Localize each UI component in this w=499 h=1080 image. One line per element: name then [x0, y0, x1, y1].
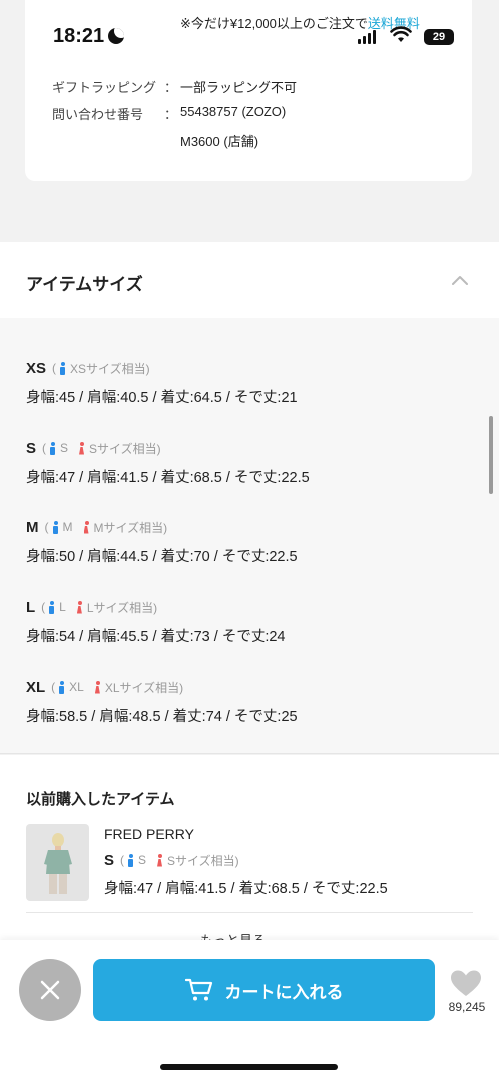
open-paren: ( — [41, 600, 46, 614]
female-size-text: Lサイズ相当) — [86, 600, 158, 615]
divider — [26, 912, 473, 913]
open-paren: ( — [42, 441, 47, 455]
male-icon — [58, 680, 65, 694]
size-measurements: 身幅:45 / 肩幅:40.5 / 着丈:64.5 / そで丈:21 — [26, 390, 298, 406]
size-measurements: 身幅:54 / 肩幅:45.5 / 着丈:73 / そで丈:24 — [26, 629, 286, 645]
size-name: XL — [26, 678, 46, 696]
size-item-l: L ( L Lサイズ相当) 身幅:54 / 肩幅:45.5 / 着丈:73 / … — [26, 597, 285, 646]
chevron-up-icon[interactable] — [452, 273, 468, 289]
female-icon — [94, 680, 101, 694]
size-item-xs: XS ( XSサイズ相当) 身幅:45 / 肩幅:40.5 / 着丈:64.5 … — [26, 358, 298, 407]
female-size-text: Sサイズ相当) — [167, 853, 239, 868]
close-button[interactable] — [19, 959, 81, 1021]
female-equivalent: Sサイズ相当) — [156, 852, 239, 869]
clock-text: 18:21 — [53, 25, 105, 47]
female-equivalent: Mサイズ相当) — [83, 519, 168, 536]
male-equivalent: XL — [58, 680, 84, 694]
female-equivalent: XLサイズ相当) — [94, 679, 183, 696]
male-equivalent: M — [52, 520, 73, 534]
size-item-xl: XL ( XL XLサイズ相当) 身幅:58.5 / 肩幅:48.5 / 着丈:… — [26, 677, 298, 726]
close-icon — [40, 980, 60, 1000]
battery-level: 29 — [432, 31, 446, 43]
male-size-text: XL — [69, 680, 84, 694]
previous-item-brand: FRED PERRY — [104, 826, 194, 842]
inquiry-number-store: M3600 (店舗) — [180, 134, 259, 149]
heart-icon[interactable] — [446, 968, 486, 998]
size-measurements: 身幅:50 / 肩幅:44.5 / 着丈:70 / そで丈:22.5 — [26, 549, 298, 565]
open-paren: ( — [51, 680, 56, 694]
add-to-cart-button[interactable]: カートに入れる — [93, 959, 435, 1021]
male-equivalent: S — [49, 441, 68, 455]
add-to-cart-label: カートに入れる — [224, 982, 344, 1002]
female-size-text: Sサイズ相当) — [89, 441, 161, 456]
inquiry-number-label: 問い合わせ番号 — [52, 107, 144, 122]
female-icon — [78, 441, 85, 455]
model-figure — [44, 833, 72, 894]
previous-item-size: S ( S Sサイズ相当) — [104, 850, 249, 870]
signal-icon — [358, 30, 376, 44]
female-icon — [76, 600, 83, 614]
male-icon — [48, 600, 55, 614]
inquiry-number-colon: ： — [164, 107, 178, 122]
home-indicator — [160, 1064, 338, 1070]
gift-wrapping-label: ギフトラッピング — [52, 80, 157, 95]
male-size-text: S — [60, 441, 69, 455]
size-name: L — [26, 598, 36, 616]
male-icon — [52, 520, 59, 534]
male-size-text: L — [59, 600, 66, 614]
male-equivalent: L — [48, 600, 66, 614]
open-paren: ( — [52, 361, 57, 375]
battery-icon: 29 — [424, 29, 454, 45]
moon-icon — [108, 28, 125, 44]
female-size-text: Mサイズ相当) — [93, 520, 168, 535]
status-time: 18:21 — [53, 25, 125, 48]
equivalent-size: XSサイズ相当) — [59, 360, 150, 377]
male-size-text: M — [62, 520, 73, 534]
size-measurements: 身幅:47 / 肩幅:41.5 / 着丈:68.5 / そで丈:22.5 — [26, 470, 310, 486]
open-paren: ( — [120, 853, 125, 867]
inquiry-number-zozo: 55438757 (ZOZO) — [180, 104, 287, 119]
male-size-text: S — [138, 853, 147, 867]
size-item-s: S ( S Sサイズ相当) 身幅:47 / 肩幅:41.5 / 着丈:68.5 … — [26, 438, 310, 487]
notice-text: ※今だけ¥12,000以上のご注文で — [180, 16, 368, 31]
male-icon — [49, 441, 56, 455]
previous-purchase-title: 以前購入したアイテム — [26, 791, 175, 808]
size-item-m: M ( M Mサイズ相当) 身幅:50 / 肩幅:44.5 / 着丈:70 / … — [26, 517, 298, 566]
scrollbar[interactable] — [489, 416, 493, 494]
previous-item-image[interactable] — [26, 824, 89, 901]
male-icon — [59, 361, 66, 375]
equivalent-text: XSサイズ相当) — [70, 361, 150, 376]
size-name: S — [26, 439, 37, 457]
size-name: XS — [26, 359, 47, 377]
size-name: M — [26, 518, 39, 536]
size-measurements: 身幅:58.5 / 肩幅:48.5 / 着丈:74 / そで丈:25 — [26, 709, 298, 725]
favorite-count: 89,245 — [448, 1000, 486, 1014]
gift-wrapping-colon: ： — [164, 80, 178, 95]
previous-item-measurements: 身幅:47 / 肩幅:41.5 / 着丈:68.5 / そで丈:22.5 — [104, 881, 388, 897]
gift-wrapping-value: 一部ラッピング不可 — [180, 80, 298, 95]
open-paren: ( — [44, 520, 49, 534]
size-name: S — [104, 851, 115, 869]
wifi-icon — [390, 26, 412, 42]
item-size-title: アイテムサイズ — [26, 275, 143, 294]
female-icon — [83, 520, 90, 534]
female-equivalent: Sサイズ相当) — [78, 440, 161, 457]
female-equivalent: Lサイズ相当) — [76, 599, 157, 616]
female-size-text: XLサイズ相当) — [104, 680, 184, 695]
female-icon — [156, 853, 163, 867]
cart-icon — [184, 978, 212, 1001]
male-equivalent: S — [127, 853, 146, 867]
male-icon — [127, 853, 134, 867]
